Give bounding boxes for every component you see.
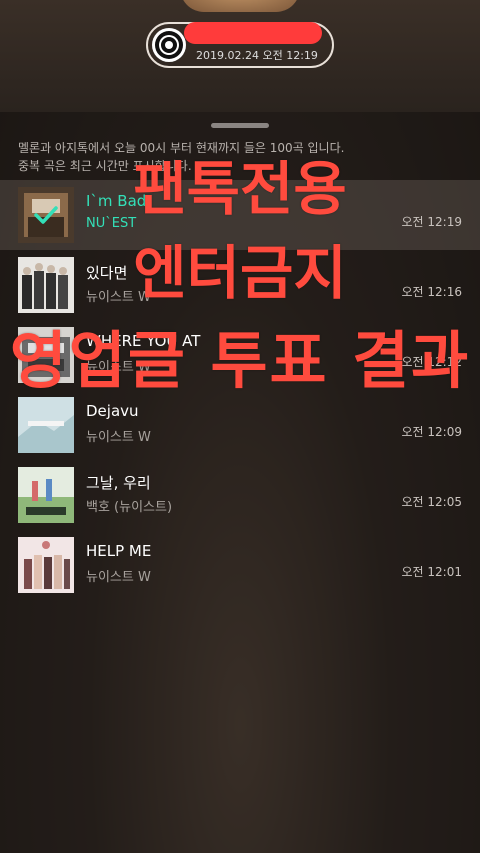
now-playing-pill[interactable]: 2019.02.24 오전 12:19	[146, 22, 334, 68]
play-time: 오전 12:09	[401, 425, 462, 439]
album-thumbnail	[18, 537, 74, 593]
overlay-text-line-3: 영업글 투표 결과	[9, 324, 471, 397]
overlay-text-line-1: 팬톡전용	[133, 155, 347, 223]
song-artist: 백호 (뉴이스트)	[86, 500, 173, 515]
song-title: HELP ME	[86, 542, 152, 560]
song-title: 그날, 우리	[86, 474, 151, 492]
song-row[interactable]: HELP ME 뉴이스트 W 오전 12:01	[0, 530, 480, 600]
now-playing-header: 2019.02.24 오전 12:19	[0, 0, 480, 112]
redaction-mark	[184, 22, 322, 44]
play-time: 오전 12:01	[401, 565, 462, 579]
album-thumbnail	[18, 397, 74, 453]
song-row[interactable]: Dejavu 뉴이스트 W 오전 12:09	[0, 390, 480, 460]
song-artist: 뉴이스트 W	[86, 570, 151, 585]
album-art-fragment	[180, 0, 300, 12]
song-row[interactable]: 그날, 우리 백호 (뉴이스트) 오전 12:05	[0, 460, 480, 530]
disc-icon	[152, 28, 186, 62]
play-time: 오전 12:05	[401, 495, 462, 509]
album-thumbnail	[18, 467, 74, 523]
song-artist: 뉴이스트 W	[86, 430, 151, 445]
drag-handle[interactable]	[211, 123, 269, 128]
song-title: Dejavu	[86, 402, 139, 420]
now-playing-timestamp: 2019.02.24 오전 12:19	[196, 49, 318, 62]
overlay-text-line-2: 엔터금지	[133, 239, 347, 307]
